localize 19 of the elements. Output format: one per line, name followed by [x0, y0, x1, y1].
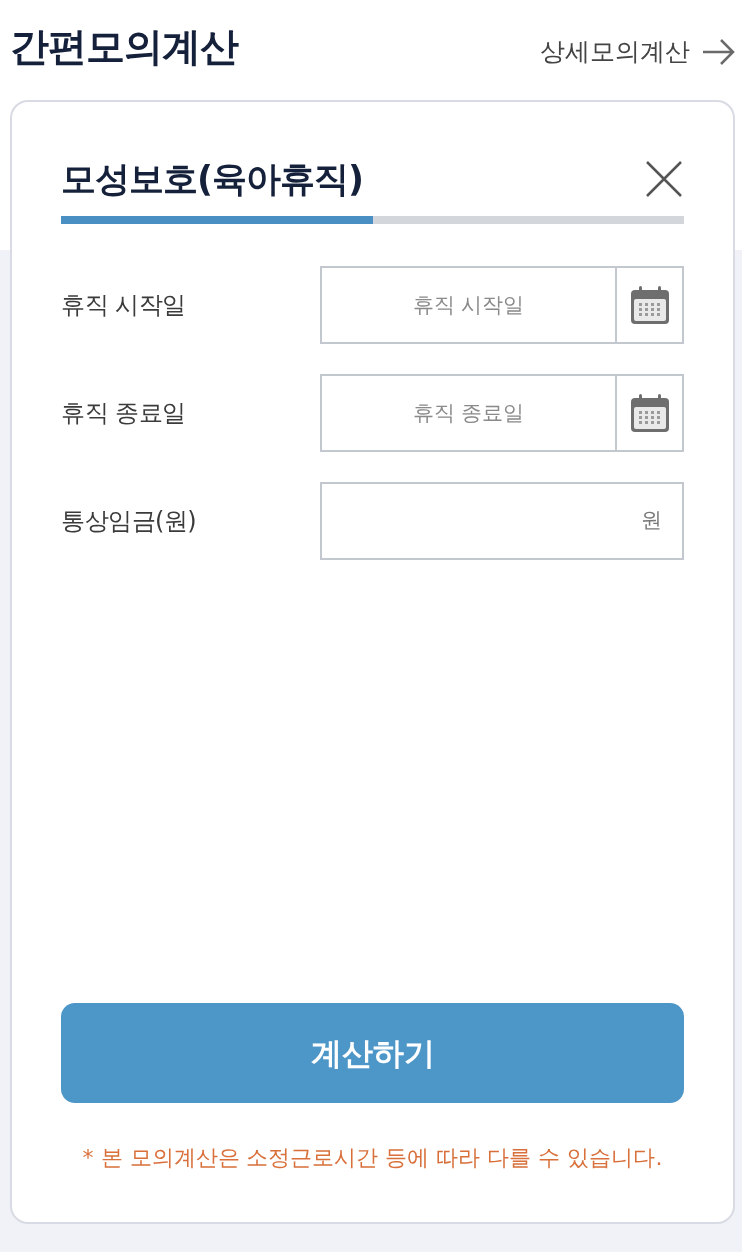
- field-label: 휴직 종료일: [61, 398, 186, 429]
- date-field[interactable]: 휴직 시작일: [320, 266, 617, 344]
- calendar-button[interactable]: [617, 374, 684, 452]
- calendar-icon: [629, 285, 670, 325]
- amount-field[interactable]: 원: [320, 482, 684, 560]
- field-label: 통상임금(원): [61, 506, 197, 537]
- calendar-icon: [629, 393, 670, 433]
- close-button[interactable]: [644, 159, 684, 199]
- disclaimer-note: * 본 모의계산은 소정근로시간 등에 따라 다를 수 있습니다.: [81, 1144, 664, 1172]
- card-title: 모성보호(육아휴직): [61, 157, 363, 201]
- unit-label: 원: [641, 507, 662, 535]
- date-field[interactable]: 휴직 종료일: [320, 374, 617, 452]
- detail-link[interactable]: 상세모의계산: [540, 33, 735, 71]
- field-label: 휴직 시작일: [61, 290, 186, 321]
- close-icon: [646, 161, 682, 197]
- calendar-button[interactable]: [617, 266, 684, 344]
- calculate-button[interactable]: 계산하기: [61, 1003, 684, 1103]
- arrow-right-icon: [702, 39, 735, 65]
- page-title: 간편모의계산: [10, 22, 238, 71]
